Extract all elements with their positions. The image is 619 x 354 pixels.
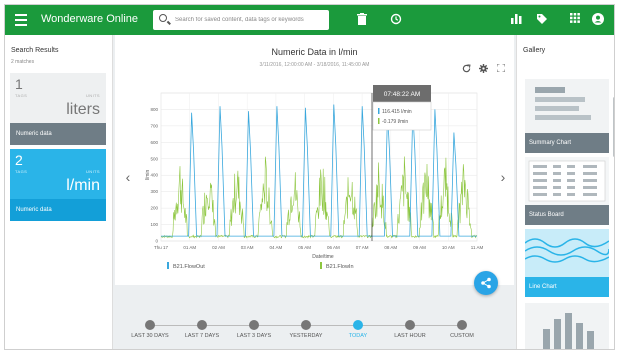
x-tick-label: 07 AM bbox=[356, 245, 369, 250]
timeline-dot[interactable] bbox=[249, 320, 259, 330]
x-tick-label: 09 AM bbox=[413, 245, 426, 250]
menu-icon[interactable] bbox=[15, 14, 27, 26]
line-chart[interactable]: 0 100 200 300 400 500 600 700 800 Thu 17 01 AM 02 … bbox=[115, 35, 514, 285]
x-tick-label: 06 AM bbox=[327, 245, 340, 250]
y-tick-label: 500 bbox=[150, 156, 158, 161]
result-card-lmin[interactable]: 2 TAGS UNITS l/min Numeric data bbox=[10, 149, 106, 221]
x-tick-label: 01 AM bbox=[183, 245, 196, 250]
legend-flowout[interactable]: B21.FlowOut bbox=[173, 264, 205, 270]
timeline-label: CUSTOM bbox=[450, 333, 474, 339]
time-range-selector: LAST 30 DAYS LAST 7 DAYS LAST 3 DAYS YESTER… bbox=[115, 287, 514, 349]
tag-count: 1 bbox=[15, 76, 23, 92]
unit-value: liters bbox=[66, 101, 100, 118]
result-card-liters[interactable]: 1 TAGS UNITS liters Numeric data bbox=[10, 73, 106, 145]
x-tick-label: Thu 17 bbox=[154, 245, 169, 250]
legend-swatch-flowin bbox=[320, 262, 322, 269]
tag-count: 2 bbox=[15, 152, 23, 168]
gallery-summary-chart[interactable]: Summary Chart bbox=[525, 79, 609, 153]
y-tick-label: 0 bbox=[155, 239, 158, 244]
x-tick-label: 03 AM bbox=[241, 245, 254, 250]
y-tick-label: 800 bbox=[150, 107, 158, 112]
tags-label: TAGS bbox=[15, 169, 28, 174]
tag-icon[interactable] bbox=[535, 13, 549, 27]
tags-label: TAGS bbox=[15, 93, 28, 98]
timeline-label: YESTERDAY bbox=[289, 333, 323, 339]
y-tick-label: 700 bbox=[150, 123, 158, 128]
app-title[interactable]: Wonderware Online bbox=[41, 13, 138, 25]
timeline-label: LAST 7 DAYS bbox=[184, 333, 220, 339]
grid-icon[interactable] bbox=[568, 13, 582, 27]
gallery-card-label: Line Chart bbox=[525, 277, 609, 297]
units-label: UNITS bbox=[86, 93, 100, 98]
card-footer: Numeric data bbox=[10, 199, 106, 221]
x-tick-label: 11 AM bbox=[471, 245, 484, 250]
search-box[interactable] bbox=[153, 10, 329, 30]
y-tick-label: 100 bbox=[150, 222, 158, 227]
search-input[interactable] bbox=[175, 12, 325, 28]
legend-swatch-flowout bbox=[167, 262, 169, 269]
status-board-thumbnail bbox=[528, 160, 606, 202]
gallery-panel: Gallery Summary Chart Status Board Line … bbox=[516, 35, 614, 349]
summary-chart-thumbnail bbox=[535, 87, 591, 120]
y-tick-label: 200 bbox=[150, 206, 158, 211]
timeline-dot[interactable] bbox=[353, 320, 363, 330]
tooltip-value-flowout: 116.415 l/min bbox=[382, 109, 412, 115]
gallery-card-label: Status Board bbox=[525, 205, 609, 225]
x-tick-label: 10 AM bbox=[442, 245, 455, 250]
bar-chart-icon[interactable] bbox=[509, 13, 523, 27]
share-button[interactable] bbox=[474, 271, 498, 295]
y-tick-label: 600 bbox=[150, 140, 158, 145]
app-window: Wonderware Online Search Results 2 match… bbox=[4, 4, 615, 350]
timeline-dot[interactable] bbox=[145, 320, 155, 330]
tooltip-value-flowin: -0.179 l/min bbox=[382, 119, 408, 125]
history-icon[interactable] bbox=[389, 13, 403, 27]
x-axis-title: Date/time bbox=[312, 254, 334, 260]
chart-panel: Numeric Data in l/min 3/11/2016, 12:00:0… bbox=[115, 35, 514, 295]
legend-flowin[interactable]: B21.FlowIn bbox=[326, 264, 354, 270]
timeline-dot[interactable] bbox=[301, 320, 311, 330]
gallery-scrollbar[interactable] bbox=[613, 97, 614, 157]
tooltip-time: 07:48:22 AM bbox=[384, 91, 421, 98]
top-bar: Wonderware Online bbox=[5, 5, 614, 35]
y-tick-label: 300 bbox=[150, 189, 158, 194]
gallery-status-board[interactable]: Status Board bbox=[525, 157, 609, 225]
line-chart-thumbnail bbox=[524, 229, 610, 277]
search-results-panel: Search Results 2 matches 1 TAGS UNITS li… bbox=[5, 35, 113, 349]
y-axis-title: l/min bbox=[145, 170, 151, 181]
timeline-label: LAST 30 DAYS bbox=[131, 333, 169, 339]
units-label: UNITS bbox=[86, 169, 100, 174]
share-icon bbox=[481, 277, 491, 289]
x-tick-label: 05 AM bbox=[298, 245, 311, 250]
chart-tooltip: 07:48:22 AM 116.415 l/min -0.179 l/min bbox=[372, 85, 432, 131]
gallery-line-chart[interactable]: Line Chart bbox=[524, 229, 610, 297]
gallery-title: Gallery bbox=[523, 47, 546, 54]
x-tick-label: 02 AM bbox=[212, 245, 225, 250]
y-tick-label: 400 bbox=[150, 173, 158, 178]
match-count: 2 matches bbox=[11, 59, 35, 65]
timeline-label: TODAY bbox=[348, 333, 368, 339]
x-tick-label: 08 AM bbox=[384, 245, 397, 250]
gallery-bar-chart[interactable] bbox=[525, 303, 609, 349]
bar-chart-thumbnail bbox=[543, 313, 594, 349]
account-icon[interactable] bbox=[591, 13, 605, 27]
timeline-label: LAST 3 DAYS bbox=[236, 333, 272, 339]
timeline-dot[interactable] bbox=[405, 320, 415, 330]
timeline-label: LAST HOUR bbox=[394, 333, 426, 339]
gallery-card-label: Summary Chart bbox=[525, 133, 609, 153]
search-icon[interactable] bbox=[159, 14, 167, 22]
panel-title: Search Results bbox=[11, 47, 59, 54]
timeline-dot[interactable] bbox=[197, 320, 207, 330]
card-footer: Numeric data bbox=[10, 123, 106, 145]
timeline-dot[interactable] bbox=[457, 320, 467, 330]
trash-icon[interactable] bbox=[355, 13, 369, 27]
unit-value: l/min bbox=[66, 177, 100, 194]
x-tick-label: 04 AM bbox=[270, 245, 283, 250]
